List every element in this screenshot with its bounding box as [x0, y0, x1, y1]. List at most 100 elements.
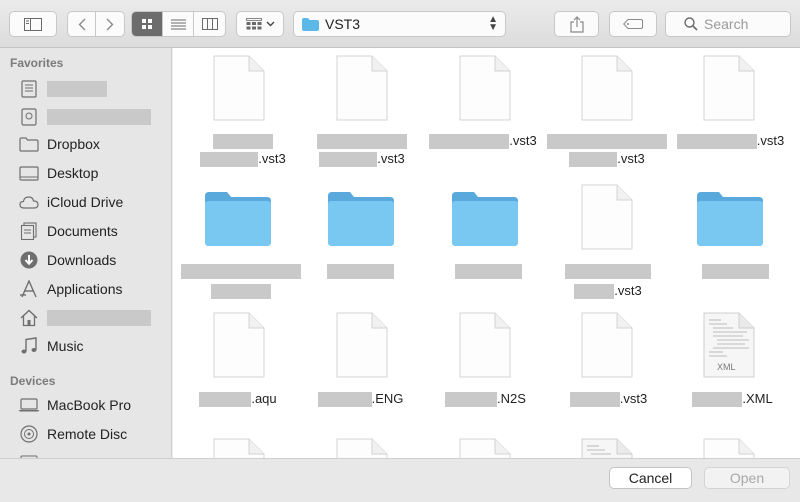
file-label: .vst3: [312, 132, 412, 168]
sidebar-item-music[interactable]: Music: [18, 334, 168, 358]
forward-button[interactable]: [96, 12, 124, 36]
sidebar: Favorites Dropbox Desktop iCloud Drive D…: [0, 48, 172, 458]
sidebar-item-label: Music: [47, 338, 84, 354]
file-label: .vst3: [673, 132, 788, 150]
search-placeholder: Search: [704, 16, 749, 32]
desktop-icon: [18, 163, 40, 183]
file-grid[interactable]: .vst3 .vst3 .vst3 .vst3 .vst3 .vst3 .aqu…: [173, 48, 800, 458]
document-icon: [459, 312, 511, 378]
sidebar-icon: [24, 17, 42, 31]
sidebar-item-label: iCloud Drive: [47, 194, 124, 210]
view-mode-selector: [131, 11, 226, 37]
document-icon: [213, 55, 265, 121]
sidebar-item-remote-disc[interactable]: Remote Disc: [18, 422, 168, 446]
document-icon: [336, 312, 388, 378]
document-icon[interactable]: [336, 438, 388, 458]
sidebar-item-airdrop[interactable]: [18, 105, 168, 129]
document-icon[interactable]: [703, 438, 755, 458]
file-label: .vst3: [558, 261, 658, 301]
share-icon: [569, 15, 584, 33]
chevron-right-icon: [106, 18, 114, 30]
cloud-icon: [18, 192, 40, 212]
sidebar-item-macbook-pro[interactable]: MacBook Pro: [18, 393, 168, 417]
document-icon: [336, 55, 388, 121]
chevron-left-icon: [78, 18, 85, 30]
document-icon: [459, 55, 511, 121]
devices-header: Devices: [10, 374, 56, 388]
sidebar-item-partial[interactable]: [18, 448, 168, 458]
drive-icon: [18, 107, 40, 127]
sidebar-item-dropbox[interactable]: Dropbox: [18, 132, 168, 156]
column-view-button[interactable]: [194, 12, 225, 36]
grid-icon: [142, 19, 152, 29]
folder-icon: [18, 134, 40, 154]
document-icon: [581, 312, 633, 378]
sidebar-item-label: Downloads: [47, 252, 117, 268]
sidebar-item-recents[interactable]: [18, 77, 168, 101]
chevron-down-icon: [266, 21, 274, 27]
sidebar-item-desktop[interactable]: Desktop: [18, 161, 168, 185]
folder-icon: [205, 192, 271, 246]
open-button[interactable]: Open: [704, 467, 790, 489]
sidebar-toggle-button[interactable]: [9, 11, 57, 37]
folder-label: [698, 261, 773, 281]
document-icon: [213, 312, 265, 378]
toolbar: VST3 ▲ ▼ Search: [0, 0, 800, 48]
folder-label: [323, 261, 398, 281]
sidebar-item-downloads[interactable]: Downloads: [18, 248, 168, 272]
search-icon: [684, 17, 698, 31]
share-button[interactable]: [554, 11, 599, 37]
arrange-button[interactable]: [236, 11, 284, 37]
columns-icon: [201, 18, 218, 30]
file-label: .vst3: [561, 390, 656, 408]
folder-label: [178, 261, 303, 301]
file-label: .vst3: [546, 132, 668, 168]
search-input[interactable]: Search: [665, 11, 791, 37]
folder-label: [451, 261, 526, 281]
sidebar-item-label: Desktop: [47, 165, 99, 181]
list-view-button[interactable]: [163, 12, 194, 36]
sidebar-item-applications[interactable]: Applications: [18, 277, 168, 301]
tag-icon: [623, 19, 643, 29]
file-label: .ENG: [313, 390, 408, 408]
file-label: .XML: [685, 390, 780, 408]
home-icon: [18, 308, 40, 328]
sidebar-item-label: Dropbox: [47, 136, 100, 152]
redacted-label: [47, 81, 107, 97]
recents-icon: [18, 79, 40, 99]
xml-icon-text: XML: [717, 362, 736, 372]
folder-icon: [328, 192, 394, 246]
drive-icon: [18, 450, 40, 458]
sidebar-item-label: Remote Disc: [47, 426, 128, 442]
file-label: .vst3: [423, 132, 543, 150]
path-folder-label: VST3: [325, 16, 361, 32]
file-label: .N2S: [438, 390, 533, 408]
popup-arrows-icon: ▲ ▼: [488, 14, 498, 33]
laptop-icon: [18, 395, 40, 415]
sidebar-item-documents[interactable]: Documents: [18, 219, 168, 243]
folder-icon: [302, 17, 319, 31]
music-icon: [18, 336, 40, 356]
path-popup[interactable]: VST3 ▲ ▼: [293, 11, 506, 37]
xml-document-icon: XML: [703, 312, 755, 378]
back-button[interactable]: [68, 12, 96, 36]
history-nav: [67, 11, 125, 37]
cancel-button[interactable]: Cancel: [609, 467, 692, 489]
favorites-header: Favorites: [10, 56, 64, 70]
folder-icon: [697, 192, 763, 246]
document-icon[interactable]: [459, 438, 511, 458]
sidebar-item-home[interactable]: [18, 306, 168, 330]
redacted-label: [47, 310, 151, 326]
disc-icon: [18, 424, 40, 444]
arrange-grid-icon: [245, 18, 262, 30]
sidebar-item-icloud-drive[interactable]: iCloud Drive: [18, 190, 168, 214]
tag-button[interactable]: [609, 11, 657, 37]
icon-view-button[interactable]: [132, 12, 163, 36]
document-icon[interactable]: [213, 438, 265, 458]
document-icon: [703, 55, 755, 121]
xml-document-icon[interactable]: [581, 438, 633, 458]
applications-icon: [18, 279, 40, 299]
document-icon: [581, 55, 633, 121]
folder-icon: [452, 192, 518, 246]
documents-icon: [18, 221, 40, 241]
